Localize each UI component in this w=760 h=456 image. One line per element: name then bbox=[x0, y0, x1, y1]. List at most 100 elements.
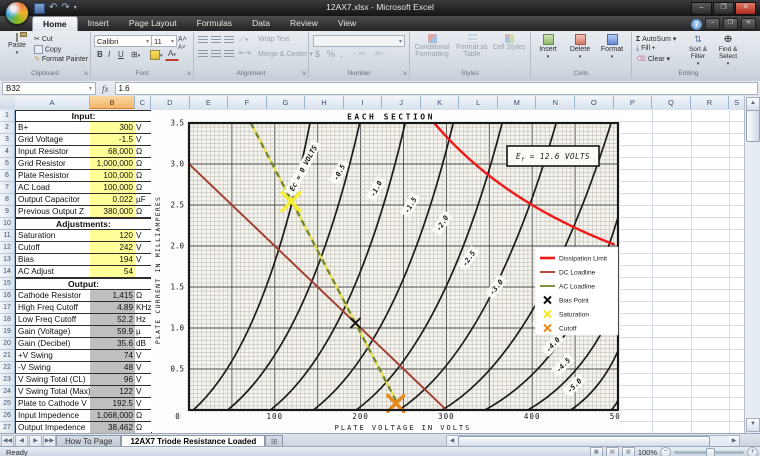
column-header-J[interactable]: J bbox=[382, 96, 421, 109]
empty-cells-region[interactable] bbox=[620, 110, 745, 433]
param-label-cell[interactable]: V Swing Total (Max) bbox=[15, 386, 91, 398]
param-label-cell[interactable]: AC Adjust bbox=[15, 266, 91, 278]
section-header-row-10[interactable]: Adjustments: bbox=[15, 218, 152, 230]
row-header-4[interactable]: 4 bbox=[0, 146, 15, 158]
param-label-cell[interactable]: Gain (Voltage) bbox=[15, 326, 91, 338]
align-top-icon[interactable] bbox=[198, 36, 208, 44]
font-dialog-launcher[interactable]: ⇲ bbox=[186, 70, 191, 77]
close-button[interactable]: ✕ bbox=[735, 2, 756, 15]
vertical-scrollbar[interactable]: ▲ ▼ bbox=[744, 96, 760, 433]
page-break-view-icon[interactable]: ▥ bbox=[622, 447, 635, 456]
save-icon[interactable] bbox=[34, 3, 45, 14]
param-value-cell[interactable]: 242 bbox=[90, 242, 136, 254]
row-header-18[interactable]: 18 bbox=[0, 314, 15, 326]
row-header-23[interactable]: 23 bbox=[0, 374, 15, 386]
column-header-M[interactable]: M bbox=[498, 96, 537, 109]
italic-button[interactable]: I bbox=[105, 49, 113, 61]
param-unit-cell[interactable]: µF bbox=[135, 194, 152, 206]
param-label-cell[interactable]: Plate Resistor bbox=[15, 170, 91, 182]
column-header-I[interactable]: I bbox=[344, 96, 383, 109]
row-header-25[interactable]: 25 bbox=[0, 398, 15, 410]
qat-dropdown-icon[interactable]: ▾ bbox=[74, 3, 77, 13]
param-value-cell[interactable]: 38,462 bbox=[90, 422, 136, 433]
param-value-cell[interactable]: 35.6 bbox=[90, 338, 136, 350]
param-label-cell[interactable]: Low Freq Cutoff bbox=[15, 314, 91, 326]
workbook-restore-button[interactable]: ❐ bbox=[723, 18, 738, 30]
param-label-cell[interactable]: Cathode Resistor bbox=[15, 290, 91, 302]
row-header-26[interactable]: 26 bbox=[0, 410, 15, 422]
param-unit-cell[interactable]: dB bbox=[135, 338, 152, 350]
restore-button[interactable]: ❐ bbox=[713, 2, 734, 15]
format-painter-button[interactable]: ✎ Format Painter bbox=[34, 55, 88, 63]
copy-button[interactable]: Copy bbox=[34, 45, 61, 54]
percent-style-icon[interactable]: % bbox=[327, 49, 335, 59]
param-label-cell[interactable]: Grid Voltage bbox=[15, 134, 91, 146]
scroll-up-icon[interactable]: ▲ bbox=[746, 97, 760, 111]
column-header-P[interactable]: P bbox=[614, 96, 653, 109]
name-box[interactable]: B32▾ bbox=[2, 82, 96, 95]
office-button[interactable] bbox=[5, 1, 29, 25]
paste-button[interactable]: Paste▾ bbox=[2, 34, 32, 56]
column-header-G[interactable]: G bbox=[267, 96, 306, 109]
param-value-cell[interactable]: 1,000,000 bbox=[90, 158, 136, 170]
param-label-cell[interactable]: Gain (Decibel) bbox=[15, 338, 91, 350]
column-header-D[interactable]: D bbox=[151, 96, 190, 109]
row-header-22[interactable]: 22 bbox=[0, 362, 15, 374]
row-header-8[interactable]: 8 bbox=[0, 194, 15, 206]
align-middle-icon[interactable] bbox=[211, 36, 221, 44]
merge-center-button[interactable]: Merge & Center ▾ bbox=[258, 50, 313, 58]
column-header-F[interactable]: F bbox=[228, 96, 267, 109]
param-value-cell[interactable]: 1,415 bbox=[90, 290, 136, 302]
param-unit-cell[interactable]: V bbox=[135, 254, 152, 266]
param-label-cell[interactable]: V Swing Total (CL) bbox=[15, 374, 91, 386]
param-value-cell[interactable]: 192.5 bbox=[90, 398, 136, 410]
param-unit-cell[interactable]: Hz bbox=[135, 314, 152, 326]
param-unit-cell[interactable]: Ω bbox=[135, 410, 152, 422]
param-value-cell[interactable]: 96 bbox=[90, 374, 136, 386]
fill-color-button[interactable]: ▾ bbox=[147, 49, 166, 62]
param-label-cell[interactable]: -V Swing bbox=[15, 362, 91, 374]
align-bottom-icon[interactable] bbox=[224, 36, 234, 44]
bold-button[interactable]: B bbox=[94, 49, 106, 61]
row-header-17[interactable]: 17 bbox=[0, 302, 15, 314]
param-value-cell[interactable]: 1,068,000 bbox=[90, 410, 136, 422]
format-as-table-button[interactable]: Format as Table bbox=[454, 34, 490, 58]
param-unit-cell[interactable]: Ω bbox=[135, 290, 152, 302]
page-layout-view-icon[interactable]: ▤ bbox=[606, 447, 619, 456]
sort-filter-button[interactable]: ⇅ Sort & Filter▾ bbox=[684, 34, 712, 67]
row-header-12[interactable]: 12 bbox=[0, 242, 15, 254]
param-unit-cell[interactable]: Ω bbox=[135, 170, 152, 182]
param-label-cell[interactable]: Output Capacitor bbox=[15, 194, 91, 206]
clipboard-dialog-launcher[interactable]: ⇲ bbox=[83, 70, 88, 77]
param-value-cell[interactable]: -1.5 bbox=[90, 134, 136, 146]
fill-button[interactable]: ⤓ Fill ▾ bbox=[636, 45, 655, 53]
param-label-cell[interactable]: AC Load bbox=[15, 182, 91, 194]
alignment-dialog-launcher[interactable]: ⇲ bbox=[301, 70, 306, 77]
column-header-Q[interactable]: Q bbox=[652, 96, 691, 109]
param-unit-cell[interactable]: V bbox=[135, 230, 152, 242]
zoom-in-icon[interactable]: + bbox=[747, 447, 758, 456]
param-unit-cell[interactable]: Ω bbox=[135, 182, 152, 194]
row-header-19[interactable]: 19 bbox=[0, 326, 15, 338]
row-header-9[interactable]: 9 bbox=[0, 206, 15, 218]
param-unit-cell[interactable]: Ω bbox=[135, 158, 152, 170]
align-center-icon[interactable] bbox=[211, 50, 221, 58]
row-header-15[interactable]: 15 bbox=[0, 278, 15, 290]
help-icon[interactable]: ? bbox=[691, 19, 702, 30]
param-value-cell[interactable]: 68,000 bbox=[90, 146, 136, 158]
align-right-icon[interactable] bbox=[224, 50, 234, 58]
param-unit-cell[interactable]: KHz bbox=[135, 302, 152, 314]
row-header-7[interactable]: 7 bbox=[0, 182, 15, 194]
param-unit-cell[interactable]: Ω bbox=[135, 146, 152, 158]
section-header-row-15[interactable]: Output: bbox=[15, 278, 152, 290]
param-label-cell[interactable]: Grid Resistor bbox=[15, 158, 91, 170]
param-unit-cell[interactable]: V bbox=[135, 362, 152, 374]
find-select-button[interactable]: ⴲ Find & Select▾ bbox=[714, 34, 742, 67]
param-label-cell[interactable]: Saturation bbox=[15, 230, 91, 242]
row-header-21[interactable]: 21 bbox=[0, 350, 15, 362]
redo-icon[interactable]: ↷ bbox=[61, 3, 69, 13]
scroll-down-icon[interactable]: ▼ bbox=[746, 418, 760, 432]
row-header-14[interactable]: 14 bbox=[0, 266, 15, 278]
row-header-27[interactable]: 27 bbox=[0, 422, 15, 433]
comma-style-icon[interactable]: , bbox=[340, 49, 343, 59]
